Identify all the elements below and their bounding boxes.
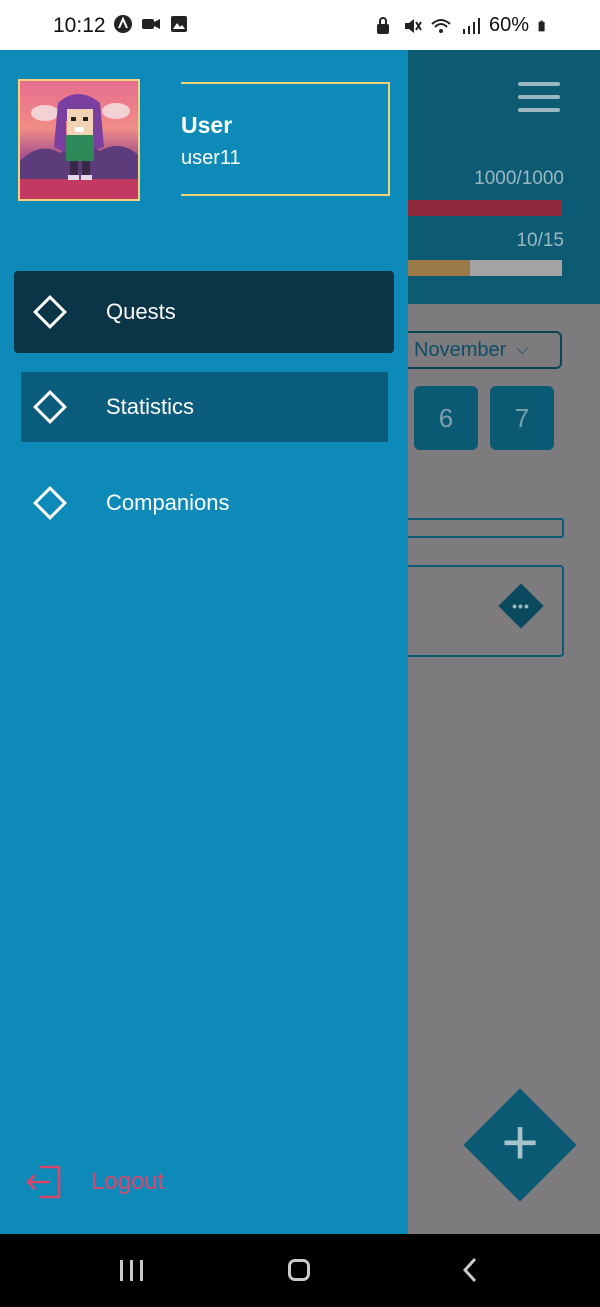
progress-outline xyxy=(400,518,564,538)
diamond-icon xyxy=(33,295,67,329)
plus-icon: + xyxy=(501,1106,539,1178)
navigation-drawer: User user11 Quests Statistics Companions… xyxy=(0,50,408,1234)
home-icon[interactable] xyxy=(288,1259,310,1281)
chevron-down-icon: ⌵ xyxy=(516,341,529,358)
mute-icon xyxy=(404,18,422,33)
user-info-box xyxy=(181,82,390,196)
image-icon xyxy=(171,16,187,32)
logout-button[interactable]: Logout xyxy=(25,1163,164,1201)
diamond-icon xyxy=(33,486,67,520)
lock-icon xyxy=(376,16,389,34)
day-button[interactable]: 6 xyxy=(414,386,478,450)
month-select[interactable]: November ⌵ xyxy=(400,331,562,369)
battery-icon xyxy=(538,20,545,31)
more-dots: ••• xyxy=(512,598,530,614)
notification-icons xyxy=(113,14,189,34)
menu-icon[interactable] xyxy=(518,82,560,114)
menu-item-statistics[interactable]: Statistics xyxy=(21,372,388,442)
xp-bar xyxy=(408,260,562,276)
menu-item-quests[interactable]: Quests xyxy=(14,271,394,353)
wifi-icon xyxy=(431,18,451,33)
hp-bar xyxy=(408,200,562,216)
pixel-character-image xyxy=(20,94,138,199)
app-icon xyxy=(114,15,132,33)
user-name: User xyxy=(181,112,233,138)
logout-label: Logout xyxy=(91,1168,165,1195)
diamond-icon xyxy=(33,390,67,424)
battery-percentage: 60% xyxy=(488,14,529,36)
avatar[interactable] xyxy=(18,79,140,201)
xp-bar-fill xyxy=(408,260,470,276)
logout-icon xyxy=(26,1165,61,1199)
menu-item-label: Quests xyxy=(106,299,176,324)
video-icon xyxy=(142,19,160,29)
back-icon[interactable] xyxy=(460,1256,480,1284)
menu-item-label: Statistics xyxy=(106,394,195,419)
signal-icon xyxy=(462,17,480,34)
month-value: November xyxy=(414,338,507,361)
hp-text: 1000/1000 xyxy=(474,168,564,189)
day-button[interactable]: 7 xyxy=(490,386,554,450)
xp-text: 10/15 xyxy=(516,230,564,251)
system-navigation-bar xyxy=(0,1234,600,1307)
user-handle: user11 xyxy=(181,147,241,169)
system-indicators: 60% xyxy=(373,14,550,37)
status-bar: 10:12 60% xyxy=(0,0,600,50)
recents-icon[interactable] xyxy=(120,1260,143,1281)
menu-item-companions[interactable]: Companions xyxy=(21,468,388,538)
menu-item-label: Companions xyxy=(106,490,230,515)
quest-card[interactable] xyxy=(400,565,564,657)
clock: 10:12 xyxy=(53,14,106,37)
